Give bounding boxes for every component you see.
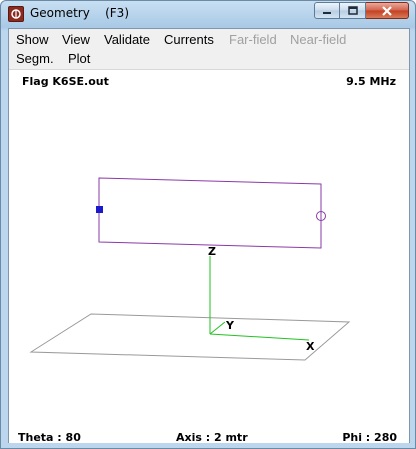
menu-currents[interactable]: Currents (164, 31, 214, 49)
close-button[interactable] (366, 2, 409, 19)
x-axis (209, 333, 310, 341)
y-axis-label: Y (225, 319, 235, 332)
menu-validate[interactable]: Validate (104, 31, 150, 49)
menu-plot[interactable]: Plot (68, 50, 90, 68)
theta-readout: Theta : 80 (18, 431, 81, 444)
menu-view[interactable]: View (62, 31, 90, 49)
minimize-icon (322, 1, 332, 20)
maximize-icon (347, 1, 358, 20)
window-title: Geometry (F3) (30, 6, 129, 20)
x-axis-label: X (306, 340, 315, 353)
geometry-canvas[interactable]: Z Y X Flag K6SE.out 9.5 MHz Theta : 80 A… (9, 69, 409, 444)
maximize-button[interactable] (340, 2, 366, 19)
menu-show[interactable]: Show (16, 31, 49, 49)
title-bar[interactable]: Geometry (F3) (1, 1, 415, 28)
menu-bar: Show View Validate Currents Far-field Ne… (9, 29, 409, 69)
client-area: Show View Validate Currents Far-field Ne… (8, 28, 410, 444)
axis-scale-readout: Axis : 2 mtr (176, 431, 248, 444)
menu-near-field: Near-field (290, 32, 347, 47)
minimize-button[interactable] (314, 2, 340, 19)
menu-far-field: Far-field (229, 32, 277, 47)
close-icon (381, 1, 393, 20)
menu-segm[interactable]: Segm. (16, 50, 54, 68)
flag-antenna-wire (98, 177, 322, 249)
phi-readout: Phi : 280 (342, 431, 397, 444)
geometry-scene: Z Y X (29, 177, 351, 361)
ground-plane (29, 313, 351, 361)
frequency-readout: 9.5 MHz (346, 75, 396, 88)
geometry-window: Geometry (F3) Show View Validate Current… (0, 0, 416, 449)
y-axis (209, 321, 226, 335)
source-marker (96, 206, 103, 213)
file-name: Flag K6SE.out (22, 75, 109, 88)
z-axis-label: Z (208, 245, 216, 258)
app-icon[interactable] (8, 6, 24, 22)
